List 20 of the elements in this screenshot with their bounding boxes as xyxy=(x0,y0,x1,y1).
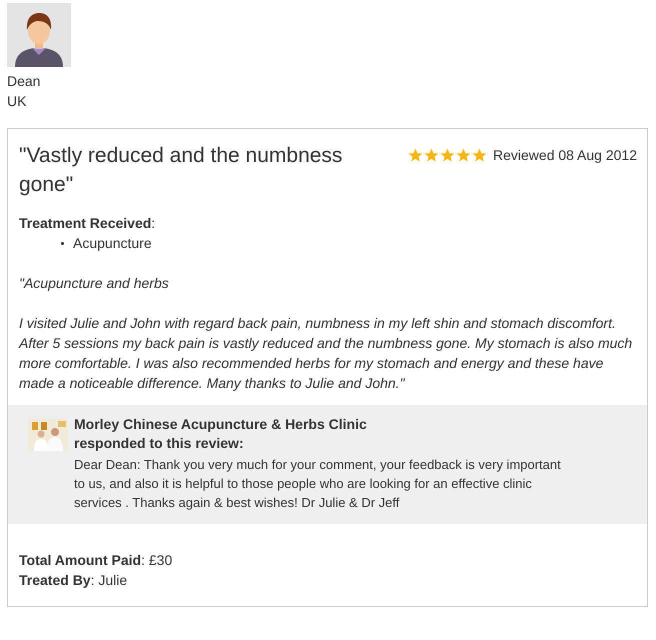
review-text: I visited Julie and John with regard back pain, numbness in my left shin and stomach discomfort. After 5 sessions my back pain is vastly reduced and the numbness gone. My stomach is also much more comfortable. I was also recommended herbs for my stomach and energy and these have made a noticeable difference. Many thanks to Julie and John." xyxy=(19,314,634,393)
star-icon xyxy=(424,148,439,162)
star-icon xyxy=(472,148,487,162)
treatment-item: Acupuncture xyxy=(73,234,152,253)
review-title: "Vastly reduced and the numbness gone" xyxy=(19,143,344,198)
star-icon xyxy=(456,148,471,162)
reviewer-name: Dean xyxy=(7,72,42,91)
review-text: "Acupuncture and herbs xyxy=(19,274,170,293)
detail-line: Total Amount Paid: £30 xyxy=(19,551,174,570)
star-icon xyxy=(408,148,423,162)
avatar-icon xyxy=(7,3,71,67)
reviewer-country: UK xyxy=(7,92,28,111)
review-date: Reviewed 08 Aug 2012 xyxy=(493,147,637,163)
clinic-name: Morley Chinese Acupuncture & Herbs Clinic xyxy=(74,415,368,434)
treatment-label: Treatment Received: xyxy=(19,214,156,233)
detail-line: Treated By: Julie xyxy=(19,571,128,590)
response-text: Dear Dean: Thank you very much for your comment, your feedback is very important to us, and also it is helpful to those people who are looking for an effective clinic services . Thanks again & best wishes! Dr Julie & Dr Jeff xyxy=(74,456,562,512)
response-heading: responded to this review: xyxy=(74,434,245,453)
star-icon xyxy=(440,148,455,162)
bullet-icon xyxy=(61,242,64,244)
